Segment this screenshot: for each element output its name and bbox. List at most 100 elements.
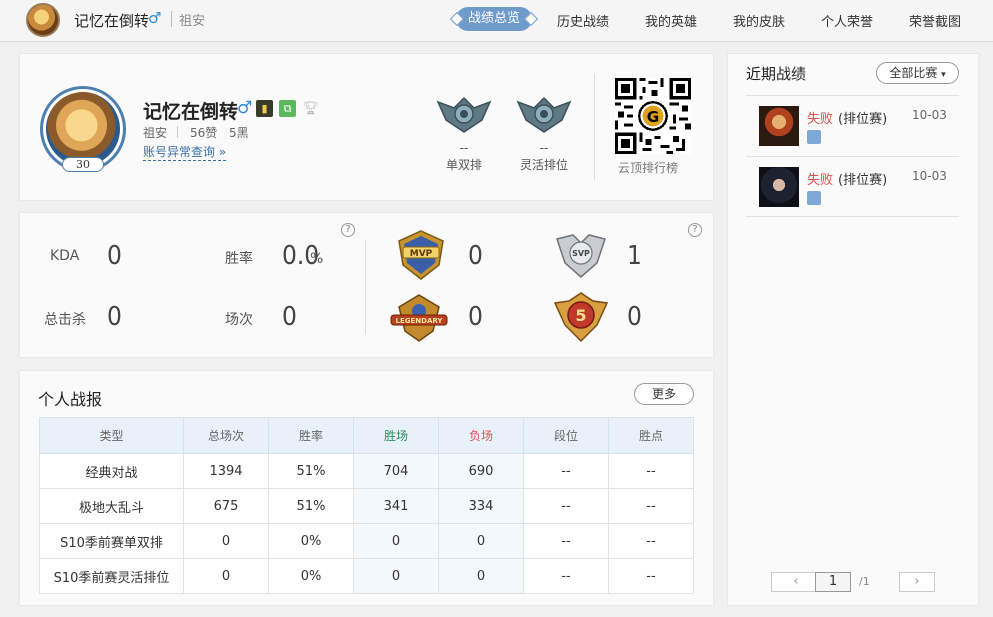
qr-label: 云顶排行榜 — [618, 161, 679, 175]
svp-count: 1 — [627, 241, 642, 271]
cell: -- — [608, 488, 694, 524]
cell: 704 — [353, 453, 439, 489]
cell: 1394 — [183, 453, 269, 489]
unranked-emblem-icon — [516, 96, 572, 133]
cell: -- — [523, 558, 609, 594]
match-type: (排位赛) — [838, 173, 888, 188]
mvp-count: 0 — [468, 241, 483, 271]
cell: 0 — [183, 523, 269, 559]
cell: -- — [608, 558, 694, 594]
divider — [594, 74, 595, 180]
svg-text:G: G — [647, 108, 659, 126]
more-button[interactable]: 更多 — [634, 383, 694, 405]
account-anomaly-link[interactable]: 账号异常查询 » — [143, 143, 227, 161]
svg-text:LEGENDARY: LEGENDARY — [396, 317, 444, 325]
user-avatar[interactable] — [26, 3, 60, 37]
prev-page-button[interactable]: ‹ — [771, 572, 821, 592]
col-wins: 胜场 — [353, 417, 439, 454]
divider — [177, 126, 178, 138]
recent-title: 近期战绩 — [746, 65, 807, 83]
header-server: 祖安 — [179, 14, 206, 29]
nav-tab-skins[interactable]: 我的皮肤 — [733, 11, 785, 30]
games-value: 0 — [282, 302, 297, 332]
cell: 0 — [353, 523, 439, 559]
divider — [746, 216, 959, 217]
table-row: S10季前赛灵活排位 0 0% 0 0 -- -- — [39, 558, 694, 594]
svg-text:MVP: MVP — [410, 249, 433, 259]
col-tier: 段位 — [523, 417, 609, 454]
cell: 经典对战 — [39, 453, 184, 489]
legendary-count: 0 — [468, 302, 483, 332]
nav-tab-honors[interactable]: 个人荣誉 — [821, 11, 873, 30]
cell: 极地大乱斗 — [39, 488, 184, 524]
cell: 51% — [268, 488, 354, 524]
image-icon[interactable] — [807, 130, 821, 144]
flex-rank-label: 灵活排位 — [519, 158, 568, 172]
unranked-emblem-icon — [436, 96, 492, 133]
cell: 0% — [268, 523, 354, 559]
table-row: S10季前赛单双排 0 0% 0 0 -- -- — [39, 523, 694, 559]
help-icon[interactable]: ? — [341, 223, 355, 237]
match-result: 失败 — [807, 112, 834, 127]
cell: -- — [608, 523, 694, 559]
likes-count: 56赞 — [190, 126, 218, 140]
cell: 341 — [353, 488, 439, 524]
table-row: 经典对战 1394 51% 704 690 -- -- — [39, 453, 694, 489]
kills-value: 0 — [107, 302, 122, 332]
champion-avatar[interactable] — [759, 167, 799, 207]
male-gender-icon: ♂ — [148, 9, 162, 27]
cell: -- — [523, 488, 609, 524]
kda-value: 0 — [107, 241, 122, 271]
legendary-award-icon: LEGENDARY — [390, 294, 448, 342]
divider — [746, 156, 959, 157]
nav-tab-label: 战绩总览 — [467, 11, 520, 26]
cell: 675 — [183, 488, 269, 524]
qr-code[interactable]: G — [615, 78, 691, 154]
divider — [171, 11, 172, 27]
cell: -- — [523, 453, 609, 489]
nav-tab-heroes[interactable]: 我的英雄 — [645, 11, 697, 30]
image-icon[interactable] — [807, 191, 821, 205]
kills-label: 总击杀 — [44, 312, 86, 328]
top-bar: 记忆在倒转 ♂ 祖安 战绩总览 历史战绩 我的英雄 我的皮肤 个人荣誉 荣誉截图 — [0, 0, 993, 42]
champion-avatar[interactable] — [759, 106, 799, 146]
profile-avatar — [46, 92, 120, 166]
cell: 51% — [268, 453, 354, 489]
nav-tab-overview[interactable]: 战绩总览 — [456, 7, 532, 31]
winrate-unit: % — [310, 251, 324, 267]
honor-badge-icon[interactable]: ▮ — [256, 100, 273, 117]
report-title: 个人战报 — [38, 390, 103, 409]
current-page-input[interactable]: 1 — [815, 572, 851, 592]
help-icon[interactable]: ? — [688, 223, 702, 237]
col-winrate: 胜率 — [268, 417, 354, 454]
cell: 0% — [268, 558, 354, 594]
svg-text:5: 5 — [575, 306, 586, 325]
profile-server: 祖安 — [143, 126, 168, 140]
pentakill-award-icon: 5 — [553, 292, 609, 343]
cell: 0 — [438, 523, 524, 559]
svp-award-icon: SVP — [556, 234, 606, 278]
match-date: 10-03 — [912, 169, 947, 183]
cell: S10季前赛单双排 — [39, 523, 184, 559]
header-username: 记忆在倒转 — [74, 12, 150, 30]
divider — [365, 240, 366, 334]
match-filter-dropdown[interactable]: 全部比赛 ▾ — [876, 62, 959, 84]
pentakill-count: 0 — [627, 302, 642, 332]
nav-tab-screenshots[interactable]: 荣誉截图 — [909, 11, 961, 30]
blacks-count: 5黑 — [229, 126, 249, 140]
cell: -- — [523, 523, 609, 559]
cell: -- — [608, 453, 694, 489]
copy-icon[interactable]: ⧉ — [279, 100, 296, 117]
profile-name: 记忆在倒转 — [143, 101, 239, 123]
next-page-button[interactable]: › — [899, 572, 935, 592]
mvp-award-icon: MVP — [398, 230, 444, 280]
cell: 0 — [438, 558, 524, 594]
col-total: 总场次 — [183, 417, 269, 454]
games-label: 场次 — [225, 312, 253, 328]
col-type: 类型 — [39, 417, 184, 454]
nav-tab-history[interactable]: 历史战绩 — [557, 11, 609, 30]
col-points: 胜点 — [608, 417, 694, 454]
cell: 690 — [438, 453, 524, 489]
table-header-row: 类型 总场次 胜率 胜场 负场 段位 胜点 — [39, 417, 694, 454]
trophy-icon[interactable]: 🏆︎ — [302, 100, 319, 117]
